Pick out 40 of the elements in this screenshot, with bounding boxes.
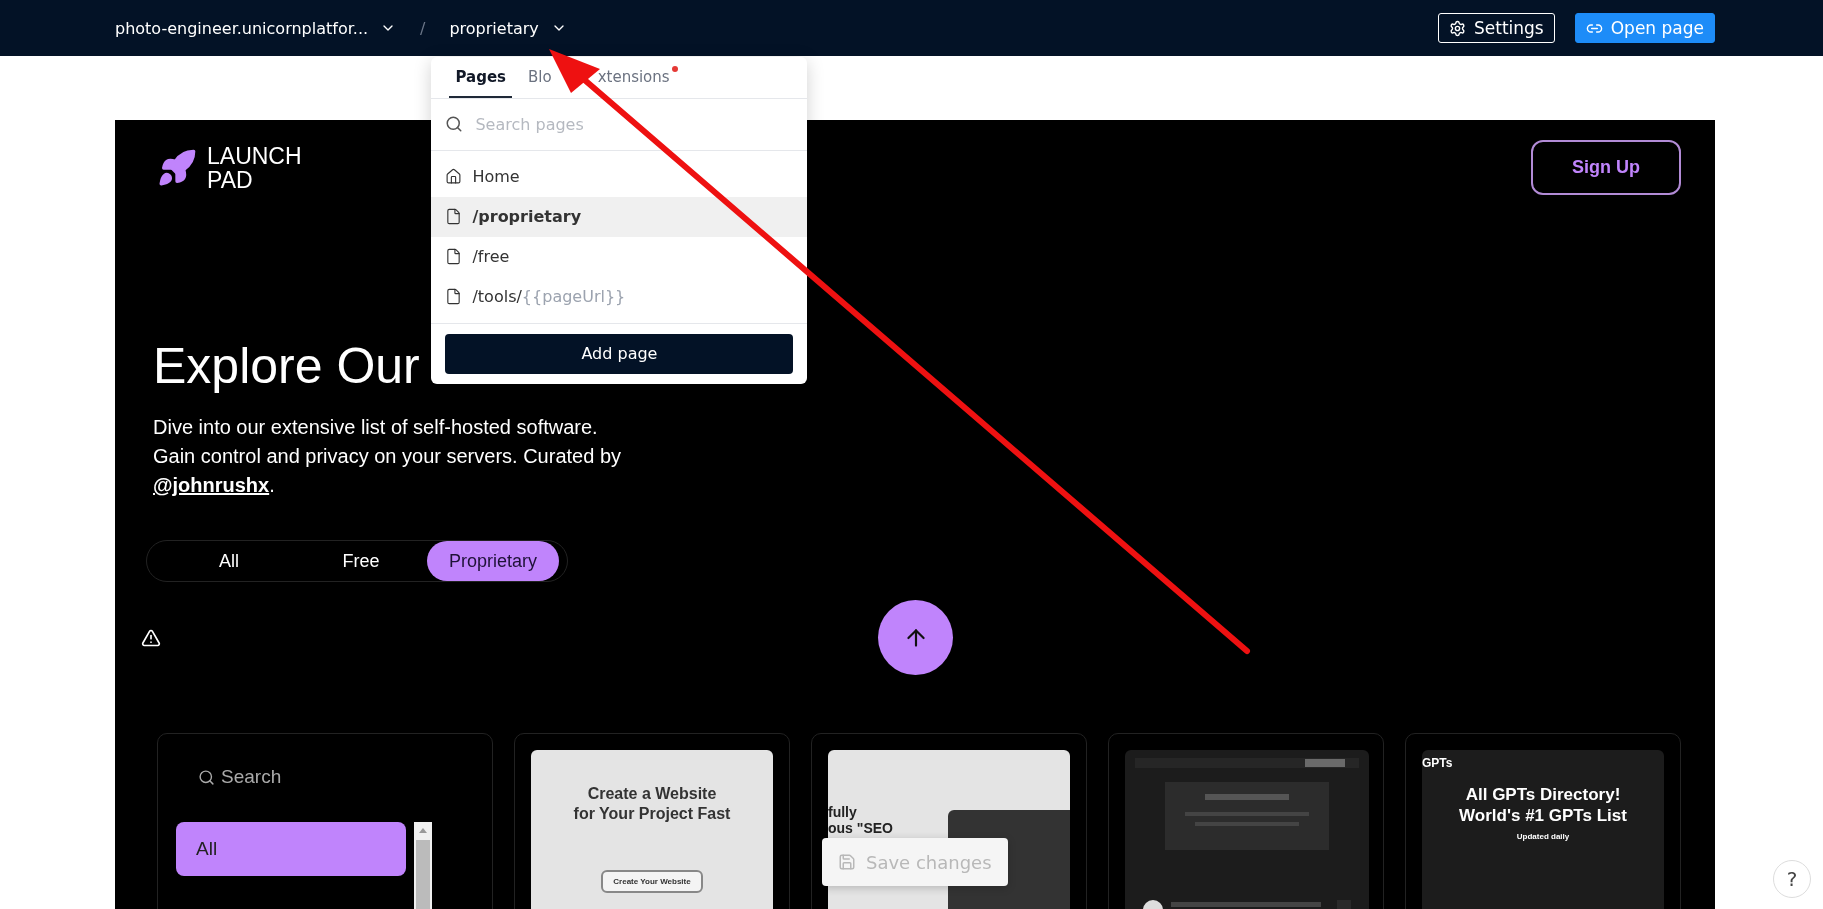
search-icon: [198, 768, 215, 786]
sign-up-button[interactable]: Sign Up: [1531, 140, 1681, 195]
filter-option[interactable]: Free: [295, 541, 427, 581]
dropdown-tab[interactable]: Blo: [528, 67, 552, 98]
add-page-button[interactable]: Add page: [445, 333, 794, 374]
rocket-icon: [157, 148, 197, 188]
save-icon: [838, 853, 856, 871]
site-selector[interactable]: photo-engineer.unicornplatfor...: [115, 18, 397, 38]
page-item[interactable]: Home: [431, 156, 808, 197]
page-item[interactable]: /tools/{{pageUrl}}: [431, 276, 808, 317]
screenshot-heading: Create a Website: [587, 784, 717, 804]
category-item[interactable]: All: [176, 822, 406, 876]
breadcrumb-separator: /: [420, 18, 426, 38]
screenshot-heading: for Your Project Fast: [573, 804, 731, 824]
screenshot-heading: All GPTs Directory!: [1465, 784, 1621, 805]
settings-button[interactable]: Settings: [1438, 13, 1555, 43]
filter-option[interactable]: All: [163, 541, 295, 581]
screenshot-heading: World's #1 GPTs List: [1459, 805, 1627, 826]
page-selector[interactable]: proprietary: [449, 18, 567, 38]
page-item[interactable]: /free: [431, 236, 808, 277]
filter-option[interactable]: Proprietary: [427, 541, 559, 581]
file-icon: [445, 248, 463, 265]
search-icon: [445, 115, 464, 133]
hero-description: Dive into our extensive list of self-hosted software. Gain control and privacy on your servers. Curated by @johnrushx.: [153, 415, 622, 498]
help-button[interactable]: ?: [1773, 860, 1811, 898]
screenshot-heading: fully ous "SEO: [828, 804, 893, 836]
file-icon: [445, 208, 463, 225]
dropdown-tab[interactable]: Pages: [449, 67, 512, 98]
settings-icon: [1449, 19, 1466, 37]
author-link[interactable]: @johnrushx: [153, 474, 270, 496]
warning-icon: [141, 627, 161, 648]
search-field[interactable]: Search: [219, 765, 369, 789]
screenshot-logo: GPTs: [1422, 756, 1453, 770]
file-icon: [445, 288, 463, 305]
search-field[interactable]: Search pages: [473, 113, 794, 135]
hero-title: Explore Our: [153, 337, 420, 395]
page-item[interactable]: /proprietary: [431, 196, 808, 237]
home-icon: [445, 168, 463, 185]
screenshot-subtitle: Updated daily: [1516, 832, 1570, 841]
logo-text: LAUNCH PAD: [207, 144, 302, 192]
